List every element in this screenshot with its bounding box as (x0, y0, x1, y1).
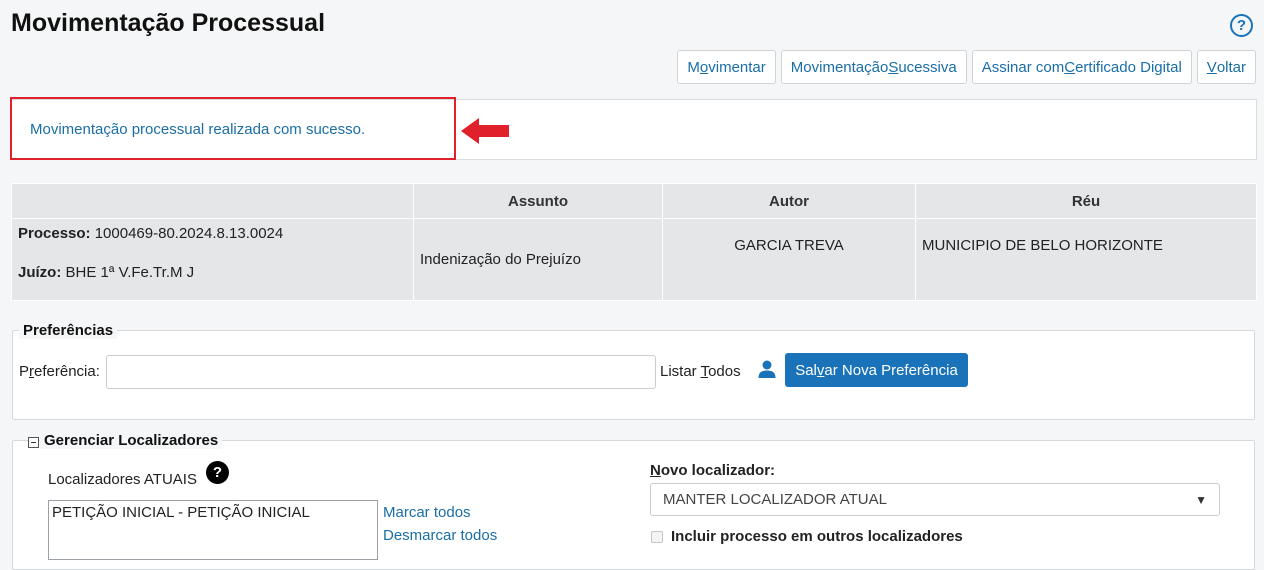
save-preference-button[interactable]: Sal v ar Nova Preferência (785, 353, 968, 387)
preference-label-pre: P (19, 363, 30, 380)
reu-cell: MUNICIPIO DE BELO HORIZONTE (915, 218, 1257, 301)
preference-label-post: eferência: (34, 363, 100, 380)
movimentar-label-post: vimentar (708, 58, 766, 76)
assunto-cell: Indenização do Prejuízo (413, 218, 663, 301)
novo-label-key: N (650, 462, 661, 479)
localizadores-legend: Gerenciar Localizadores (40, 432, 223, 449)
processo-number: 1000469-80.2024.8.13.0024 (94, 225, 284, 242)
autor-header: Autor (662, 183, 916, 219)
autor-cell: GARCIA TREVA (662, 218, 916, 301)
juizo-label: Juízo: (18, 264, 62, 281)
voltar-button[interactable]: Voltar (1196, 50, 1256, 84)
question-icon[interactable]: ? (206, 461, 229, 484)
red-arrow-icon (461, 118, 509, 144)
movimentar-label-key: o (699, 58, 709, 76)
assinar-label-key: C (1064, 58, 1076, 76)
list-item[interactable]: PETIÇÃO INICIAL - PETIÇÃO INICIAL (52, 504, 374, 521)
save-label-key: v (816, 361, 825, 379)
novo-localizador-label: Novo localizador: (650, 462, 775, 479)
listar-label-pre: Listar (660, 363, 701, 380)
success-message: Movimentação processual realizada com su… (30, 121, 366, 138)
listar-todos-link[interactable]: Listar Todos (660, 363, 741, 380)
preference-label: Preferência: (19, 363, 100, 380)
juizo-value: BHE 1ª V.Fe.Tr.M J (65, 264, 195, 281)
assinar-certificado-button[interactable]: Assinar com Certificado Digital (971, 50, 1192, 84)
sucessiva-label-key: S (888, 58, 899, 76)
processo-line: Processo: 1000469-80.2024.8.13.0024 (18, 225, 407, 242)
novo-localizador-value: MANTER LOCALIZADOR ATUAL (663, 491, 887, 508)
movimentacao-sucessiva-button[interactable]: Movimentação Sucessiva (780, 50, 967, 84)
movimentar-button[interactable]: Mo vimentar (677, 50, 776, 84)
save-label-post: ar Nova Preferência (824, 361, 958, 379)
process-header-empty (11, 183, 414, 219)
incluir-label: Incluir processo em outros localizadores (671, 528, 963, 545)
listar-label-key: T (700, 363, 709, 380)
localizadores-atuais-list[interactable]: PETIÇÃO INICIAL - PETIÇÃO INICIAL (48, 500, 378, 560)
preferences-legend: Preferências (19, 322, 118, 339)
incluir-checkbox[interactable] (651, 531, 663, 543)
page-title: Movimentação Processual (11, 9, 326, 37)
person-icon[interactable] (757, 359, 777, 379)
collapse-icon[interactable] (28, 437, 39, 448)
novo-label-post: ovo localizador: (660, 462, 776, 479)
assunto-header: Assunto (413, 183, 663, 219)
toolbar: Mo vimentar Movimentação Sucessiva Assina… (677, 50, 1256, 84)
voltar-label-post: oltar (1216, 58, 1246, 76)
chevron-down-icon: ▼ (1195, 492, 1207, 507)
preference-input[interactable] (106, 355, 656, 389)
process-table: Assunto Autor Réu Processo: 1000469-80.2… (11, 183, 1257, 301)
reu-header: Réu (915, 183, 1257, 219)
save-label-pre: Sal (795, 361, 817, 379)
movimentar-label-pre: M (687, 58, 700, 76)
processo-label: Processo: (18, 225, 91, 242)
voltar-label-key: V (1206, 58, 1217, 76)
sucessiva-label-post: ucessiva (898, 58, 957, 76)
listar-label-post: odos (708, 363, 741, 380)
desmarcar-todos-link[interactable]: Desmarcar todos (383, 527, 497, 544)
marcar-todos-link[interactable]: Marcar todos (383, 504, 471, 521)
assinar-label-pre: Assinar com (981, 58, 1065, 76)
novo-localizador-select[interactable]: MANTER LOCALIZADOR ATUAL ▼ (650, 483, 1220, 516)
sucessiva-label-pre: Movimentação (790, 58, 889, 76)
process-info-cell: Processo: 1000469-80.2024.8.13.0024 Juíz… (11, 218, 414, 301)
assinar-label-post: ertificado Digital (1075, 58, 1182, 76)
localizadores-atuais-label: Localizadores ATUAIS (48, 471, 197, 488)
juizo-line: Juízo: BHE 1ª V.Fe.Tr.M J (18, 264, 407, 281)
help-icon[interactable]: ? (1230, 14, 1253, 37)
